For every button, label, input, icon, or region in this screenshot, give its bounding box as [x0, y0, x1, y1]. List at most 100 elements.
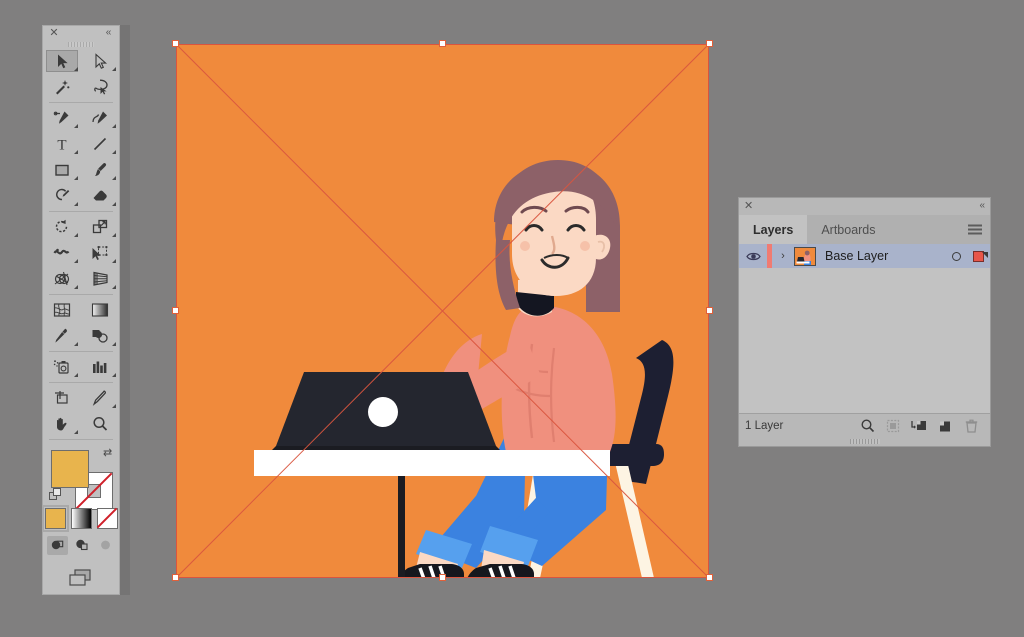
tool-corner-icon — [74, 67, 78, 72]
tool-artboard[interactable] — [43, 385, 81, 411]
tool-hand[interactable] — [43, 411, 81, 437]
swap-fill-stroke-icon[interactable]: ⇄ — [103, 447, 115, 460]
tool-blend[interactable] — [81, 323, 119, 349]
artboard-selection[interactable] — [172, 40, 713, 581]
svg-text:T: T — [57, 138, 66, 154]
close-icon[interactable]: ✕ — [48, 27, 60, 39]
tool-pen[interactable] — [43, 105, 81, 131]
tool-corner-icon — [74, 285, 78, 290]
tool-gradient[interactable] — [81, 297, 119, 323]
tool-slice[interactable] — [81, 385, 119, 411]
tool-direct-selection[interactable] — [81, 48, 119, 74]
tool-paintbrush[interactable] — [81, 157, 119, 183]
color-swatch-button[interactable] — [41, 504, 69, 532]
tool-rectangle[interactable] — [43, 157, 81, 183]
create-new-sublayer-button[interactable] — [906, 416, 932, 436]
tool-type[interactable]: T — [43, 131, 81, 157]
layers-panel-resize-grip[interactable] — [739, 437, 990, 446]
draw-inside-button[interactable] — [95, 536, 116, 555]
tool-shaper[interactable] — [43, 183, 81, 209]
selection-handle-tl[interactable] — [172, 40, 179, 47]
tool-shape-builder[interactable] — [43, 266, 81, 292]
toolbar-shadow — [120, 25, 130, 595]
illustration-woman-with-laptop — [176, 44, 709, 578]
layers-panel: ✕ « Layers Artboards › Base Layer 1 Laye… — [738, 197, 991, 447]
tool-corner-icon — [74, 259, 78, 264]
tool-mesh[interactable] — [43, 297, 81, 323]
tool-symbol-sprayer[interactable] — [43, 354, 81, 380]
tool-lasso[interactable] — [81, 74, 119, 100]
locate-object-button[interactable] — [854, 416, 880, 436]
tool-corner-icon — [112, 67, 116, 72]
layers-panel-tabs: Layers Artboards — [739, 215, 990, 244]
tool-perspective-grid[interactable] — [81, 266, 119, 292]
layer-thumbnail — [794, 246, 816, 266]
layers-panel-footer: 1 Layer — [739, 413, 990, 437]
selection-handle-mr[interactable] — [706, 307, 713, 314]
tool-curvature[interactable] — [81, 105, 119, 131]
collapse-panel-icon[interactable]: « — [102, 27, 115, 39]
table-row[interactable]: › Base Layer — [739, 244, 990, 268]
screen-mode-row — [43, 567, 119, 594]
toolbar-divider — [49, 438, 113, 440]
collapse-panel-icon[interactable]: « — [972, 200, 985, 212]
delete-selection-button[interactable] — [958, 416, 984, 436]
tool-grid-5 — [43, 354, 119, 380]
tool-selection[interactable] — [43, 48, 81, 74]
selection-handle-bc[interactable] — [439, 574, 446, 581]
tool-column-graph[interactable] — [81, 354, 119, 380]
layer-name[interactable]: Base Layer — [816, 249, 946, 263]
create-new-layer-button[interactable] — [932, 416, 958, 436]
toolbar-drag-grip[interactable] — [43, 40, 119, 48]
tool-grid-4 — [43, 297, 119, 349]
tool-zoom[interactable] — [81, 411, 119, 437]
tab-artboards[interactable]: Artboards — [807, 215, 890, 244]
tool-corner-icon — [74, 150, 78, 155]
target-indicator-icon[interactable] — [946, 251, 966, 261]
tool-rotate[interactable] — [43, 214, 81, 240]
tool-eyedropper[interactable] — [43, 323, 81, 349]
selection-indicator-icon[interactable] — [966, 250, 990, 262]
fill-swatch[interactable] — [51, 449, 89, 488]
tool-corner-icon — [112, 176, 116, 181]
gradient-swatch-button[interactable] — [70, 507, 92, 529]
tool-grid-3 — [43, 214, 119, 292]
selection-handle-ml[interactable] — [172, 307, 179, 314]
make-clipping-mask-button[interactable] — [880, 416, 906, 436]
tool-corner-icon — [112, 372, 116, 377]
artboard[interactable] — [176, 44, 709, 578]
close-icon[interactable]: ✕ — [744, 200, 756, 212]
chevron-right-icon[interactable]: › — [772, 250, 794, 262]
tool-line-segment[interactable] — [81, 131, 119, 157]
toolbar-divider — [49, 381, 113, 383]
eye-icon[interactable] — [739, 251, 767, 262]
tool-grid-2: T — [43, 105, 119, 209]
draw-normal-button[interactable] — [46, 535, 68, 555]
tool-eraser[interactable] — [81, 183, 119, 209]
drawing-modes-row — [43, 535, 119, 555]
layers-panel-header: ✕ « — [739, 198, 990, 215]
tool-magic-wand[interactable] — [43, 74, 81, 100]
panel-menu-icon[interactable] — [968, 224, 982, 235]
default-fill-stroke-icon[interactable] — [49, 487, 62, 501]
tools-panel: ✕ « T ⇄ — [41, 25, 120, 595]
tool-corner-icon — [74, 342, 78, 347]
tab-layers[interactable]: Layers — [739, 215, 808, 244]
selection-handle-tr[interactable] — [706, 40, 713, 47]
tool-corner-icon — [74, 202, 78, 207]
tool-width[interactable] — [43, 240, 81, 266]
layers-list: › Base Layer — [739, 244, 990, 413]
tool-corner-icon — [74, 124, 78, 129]
selection-handle-bl[interactable] — [172, 574, 179, 581]
selection-handle-br[interactable] — [706, 574, 713, 581]
draw-behind-button[interactable] — [71, 536, 92, 555]
none-swatch-button[interactable] — [96, 507, 118, 529]
selection-handle-tc[interactable] — [439, 40, 446, 47]
tool-corner-icon — [112, 150, 116, 155]
tool-corner-icon — [112, 259, 116, 264]
fill-stroke-controls: ⇄ — [43, 446, 119, 510]
illustrator-window: ✕ « T ⇄ ✕ « Layers Artboards › Base Laye… — [0, 0, 1024, 637]
tool-free-transform[interactable] — [81, 240, 119, 266]
tool-scale[interactable] — [81, 214, 119, 240]
change-screen-mode-button[interactable] — [66, 567, 96, 594]
